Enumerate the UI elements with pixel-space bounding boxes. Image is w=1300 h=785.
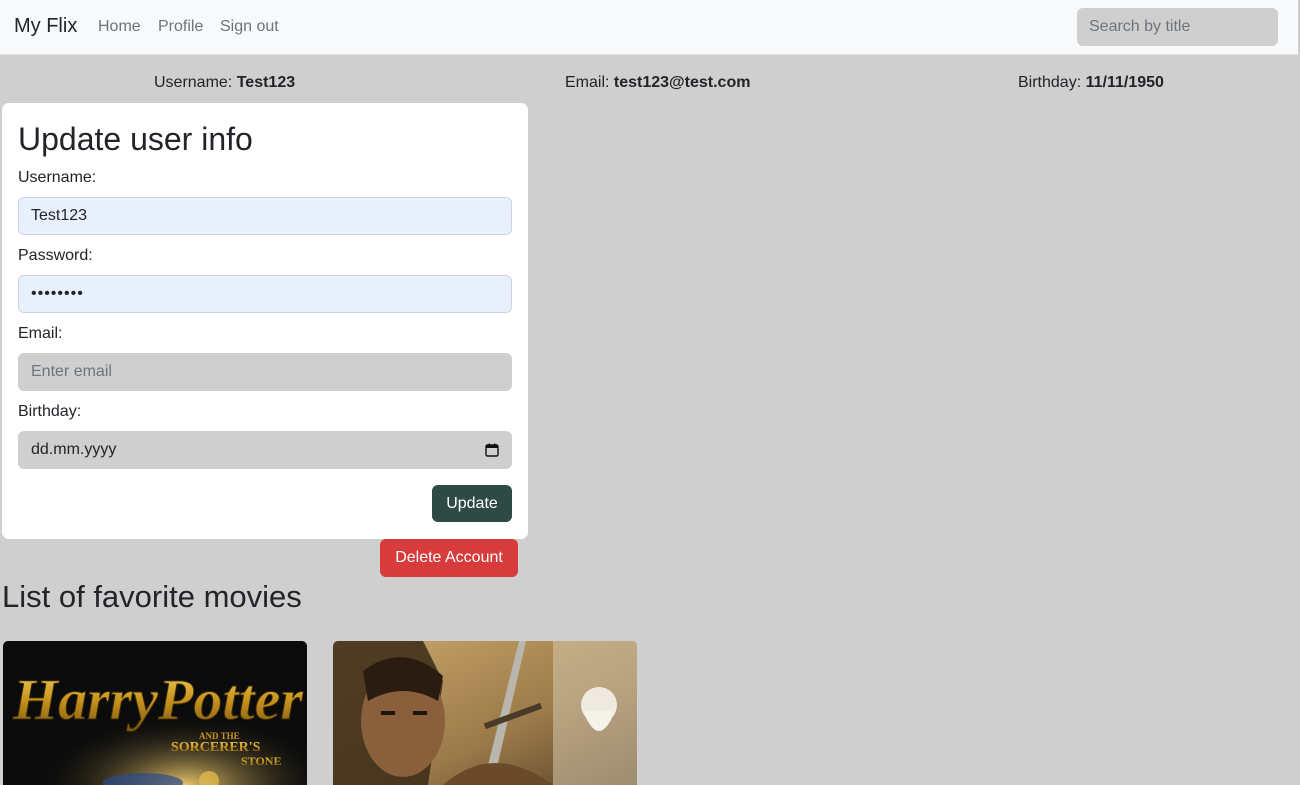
lord-of-the-rings-poster[interactable]	[333, 641, 637, 785]
nav-home-link[interactable]: Home	[98, 18, 141, 36]
harry-potter-poster-icon: HarryPotter AND THE SORCERER'S STONE	[3, 641, 307, 785]
birthday-label: Birthday:	[18, 403, 82, 420]
birthday-info: Birthday: 11/11/1950	[1018, 74, 1164, 92]
nav-profile-link[interactable]: Profile	[158, 18, 203, 36]
username-info-value: Test123	[236, 74, 296, 91]
email-label: Email:	[18, 325, 63, 342]
poster-sorcerers-text: SORCERER'S	[171, 740, 261, 755]
email-field[interactable]: Enter email	[18, 353, 512, 391]
harry-potter-poster[interactable]: HarryPotter AND THE SORCERER'S STONE	[3, 641, 307, 785]
username-info: Username: Test123	[154, 74, 295, 92]
navbar: My Flix Home Profile Sign out	[0, 0, 1298, 55]
poster-stone-text: STONE	[241, 754, 281, 768]
password-label: Password:	[18, 247, 93, 264]
delete-account-button[interactable]: Delete Account	[380, 539, 518, 577]
username-label: Username:	[18, 169, 97, 186]
search-input[interactable]	[1077, 8, 1278, 46]
poster-title-text: HarryPotter	[12, 667, 303, 732]
update-button[interactable]: Update	[432, 485, 512, 522]
email-info: Email: test123@test.com	[565, 74, 750, 92]
calendar-icon[interactable]	[485, 443, 499, 457]
username-field-value: Test123	[31, 207, 88, 224]
password-field[interactable]: ••••••••	[18, 275, 512, 313]
update-form-title: Update user info	[18, 121, 253, 157]
favorites-title: List of favorite movies	[2, 579, 302, 614]
email-info-label: Email:	[565, 74, 610, 91]
brand-link[interactable]: My Flix	[14, 15, 77, 38]
birthday-field[interactable]: dd.mm.yyyy	[18, 431, 512, 469]
birthday-info-label: Birthday:	[1018, 74, 1082, 91]
nav-sign-out-link[interactable]: Sign out	[220, 18, 279, 36]
birthday-field-placeholder: dd.mm.yyyy	[31, 441, 117, 458]
birthday-info-value: 11/11/1950	[1085, 74, 1164, 91]
email-info-value: test123@test.com	[613, 74, 751, 91]
password-field-value: ••••••••	[31, 285, 84, 302]
username-field[interactable]: Test123	[18, 197, 512, 235]
email-field-placeholder: Enter email	[31, 363, 112, 380]
lord-of-the-rings-poster-icon	[333, 641, 637, 785]
username-info-label: Username:	[154, 74, 233, 91]
update-user-card: Update user info Username: Test123 Passw…	[2, 103, 528, 539]
